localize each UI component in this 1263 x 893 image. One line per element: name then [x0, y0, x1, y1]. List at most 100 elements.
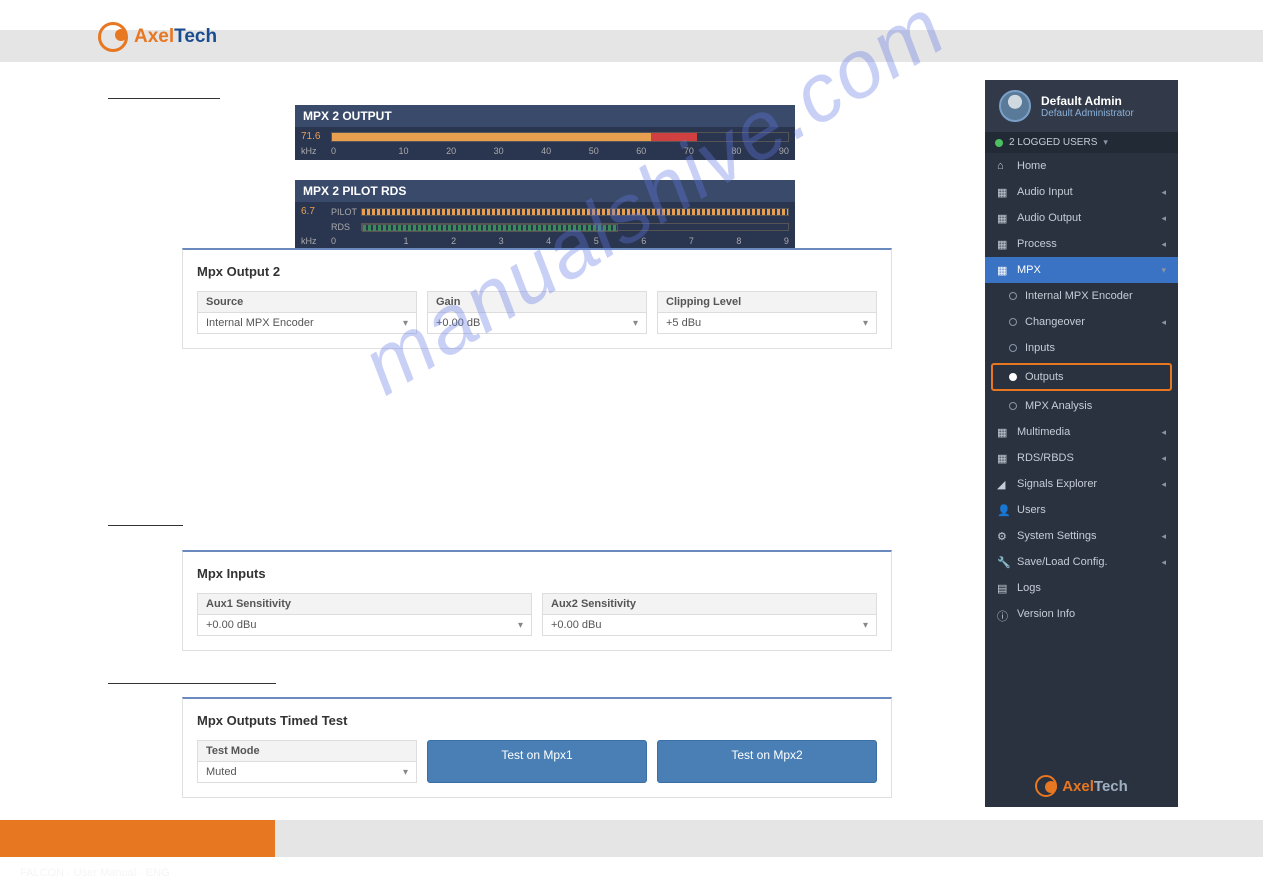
- chevron-left-icon: ◂: [1161, 187, 1166, 198]
- grid-icon: ▦: [997, 212, 1009, 224]
- nav-audio-input[interactable]: ▦Audio Input◂: [985, 179, 1178, 205]
- status-dot-icon: [995, 139, 1003, 147]
- grid-icon: ▦: [997, 238, 1009, 250]
- user-icon: 👤: [997, 504, 1009, 516]
- nav-logs[interactable]: ▤Logs: [985, 575, 1178, 601]
- logo-text: AxelTech: [1062, 778, 1128, 795]
- meter-value: 71.6: [301, 131, 331, 142]
- chevron-left-icon: ◂: [1161, 557, 1166, 568]
- chevron-left-icon: ◂: [1161, 453, 1166, 464]
- test-mpx1-button[interactable]: Test on Mpx1: [427, 740, 647, 783]
- logo-text: AxelTech: [134, 26, 217, 48]
- chevron-left-icon: ◂: [1161, 317, 1166, 328]
- field-label: Source: [198, 292, 416, 313]
- user-name: Default Admin: [1041, 94, 1134, 108]
- chevron-left-icon: ◂: [1161, 239, 1166, 250]
- meter-title: MPX 2 OUTPUT: [295, 105, 795, 127]
- grid-icon: ▦: [997, 452, 1009, 464]
- pilot-bar: [361, 208, 789, 216]
- signal-icon: ◢: [997, 478, 1009, 490]
- nav-rds[interactable]: ▦RDS/RBDS◂: [985, 445, 1178, 471]
- footer-text: FALCON · User Manual · ENG: [20, 867, 170, 879]
- nav-mpx[interactable]: ▦MPX▾: [985, 257, 1178, 283]
- nav-signals[interactable]: ◢Signals Explorer◂: [985, 471, 1178, 497]
- chevron-left-icon: ◂: [1161, 479, 1166, 490]
- panel-title: Mpx Inputs: [197, 566, 877, 581]
- meter-value: 6.7: [301, 206, 331, 217]
- home-icon: ⌂: [997, 160, 1009, 172]
- circle-icon: [1009, 292, 1017, 300]
- gain-field: Gain +0.00 dB: [427, 291, 647, 334]
- field-label: Test Mode: [198, 741, 416, 762]
- chevron-left-icon: ◂: [1161, 427, 1166, 438]
- list-icon: ▤: [997, 582, 1009, 594]
- test-mpx2-button[interactable]: Test on Mpx2: [657, 740, 877, 783]
- section-divider: [108, 525, 183, 526]
- circle-icon: [1009, 402, 1017, 410]
- nav-audio-output[interactable]: ▦Audio Output◂: [985, 205, 1178, 231]
- sidebar-logo: AxelTech: [985, 775, 1178, 797]
- test-mode-field: Test Mode Muted: [197, 740, 417, 783]
- field-label: Gain: [428, 292, 646, 313]
- pilot-label: PILOT: [331, 207, 361, 217]
- meter-unit: kHz: [301, 236, 331, 246]
- rds-bar: [362, 224, 618, 232]
- meter-unit: kHz: [301, 146, 331, 156]
- footer-accent: [0, 820, 275, 857]
- circle-filled-icon: [1009, 373, 1017, 381]
- panel-title: Mpx Outputs Timed Test: [197, 713, 877, 728]
- gain-dropdown[interactable]: +0.00 dB: [428, 313, 646, 333]
- logo-top: AxelTech: [98, 22, 217, 52]
- footer-bar: [275, 820, 1263, 857]
- grid-icon: ▦: [997, 426, 1009, 438]
- nav-list: ⌂Home ▦Audio Input◂ ▦Audio Output◂ ▦Proc…: [985, 153, 1178, 627]
- nav-outputs[interactable]: Outputs: [991, 363, 1172, 391]
- logo-brand1: Axel: [134, 26, 174, 47]
- chevron-down-icon: ▾: [1161, 265, 1166, 276]
- chevron-left-icon: ◂: [1161, 213, 1166, 224]
- logo-icon: [98, 22, 128, 52]
- gear-icon: ⚙: [997, 530, 1009, 542]
- nav-changeover[interactable]: Changeover◂: [985, 309, 1178, 335]
- source-dropdown[interactable]: Internal MPX Encoder: [198, 313, 416, 333]
- sidebar: Default Admin Default Administrator 2 LO…: [985, 80, 1178, 807]
- nav-saveload[interactable]: 🔧Save/Load Config.◂: [985, 549, 1178, 575]
- chevron-down-icon: ▾: [1103, 137, 1108, 148]
- mpx-output-2-panel: Mpx Output 2 Source Internal MPX Encoder…: [182, 248, 892, 349]
- field-label: Aux2 Sensitivity: [543, 594, 876, 615]
- aux2-dropdown[interactable]: +0.00 dBu: [543, 615, 876, 635]
- panel-title: Mpx Output 2: [197, 264, 877, 279]
- meter-title: MPX 2 PILOT RDS: [295, 180, 795, 202]
- meter-ticks: 0123456789: [331, 236, 789, 246]
- aux1-field: Aux1 Sensitivity +0.00 dBu: [197, 593, 532, 636]
- section-divider: [108, 683, 276, 684]
- clipping-dropdown[interactable]: +5 dBu: [658, 313, 876, 333]
- section-divider: [108, 98, 220, 99]
- nav-home[interactable]: ⌂Home: [985, 153, 1178, 179]
- logo-icon: [1035, 775, 1057, 797]
- circle-icon: [1009, 318, 1017, 326]
- nav-process[interactable]: ▦Process◂: [985, 231, 1178, 257]
- field-label: Aux1 Sensitivity: [198, 594, 531, 615]
- avatar-icon: [999, 90, 1031, 122]
- nav-inputs[interactable]: Inputs: [985, 335, 1178, 361]
- mpx-timed-test-panel: Mpx Outputs Timed Test Test Mode Muted T…: [182, 697, 892, 798]
- nav-users[interactable]: 👤Users: [985, 497, 1178, 523]
- nav-version[interactable]: ⓘVersion Info: [985, 601, 1178, 627]
- aux1-dropdown[interactable]: +0.00 dBu: [198, 615, 531, 635]
- nav-system[interactable]: ⚙System Settings◂: [985, 523, 1178, 549]
- aux2-field: Aux2 Sensitivity +0.00 dBu: [542, 593, 877, 636]
- mpx2-output-meter: MPX 2 OUTPUT 71.6 kHz 010203040506070809…: [295, 105, 795, 160]
- nav-mpx-analysis[interactable]: MPX Analysis: [985, 393, 1178, 419]
- meter-ticks: 0102030405060708090: [331, 146, 789, 156]
- clipping-field: Clipping Level +5 dBu: [657, 291, 877, 334]
- nav-multimedia[interactable]: ▦Multimedia◂: [985, 419, 1178, 445]
- logged-users-bar[interactable]: 2 LOGGED USERS ▾: [985, 132, 1178, 153]
- mpx2-pilot-rds-meter: MPX 2 PILOT RDS 6.7 PILOT RDS kHz 012345…: [295, 180, 795, 250]
- user-box[interactable]: Default Admin Default Administrator: [985, 80, 1178, 132]
- test-mode-dropdown[interactable]: Muted: [198, 762, 416, 782]
- info-icon: ⓘ: [997, 608, 1009, 620]
- chevron-left-icon: ◂: [1161, 531, 1166, 542]
- grid-icon: ▦: [997, 264, 1009, 276]
- nav-mpx-encoder[interactable]: Internal MPX Encoder: [985, 283, 1178, 309]
